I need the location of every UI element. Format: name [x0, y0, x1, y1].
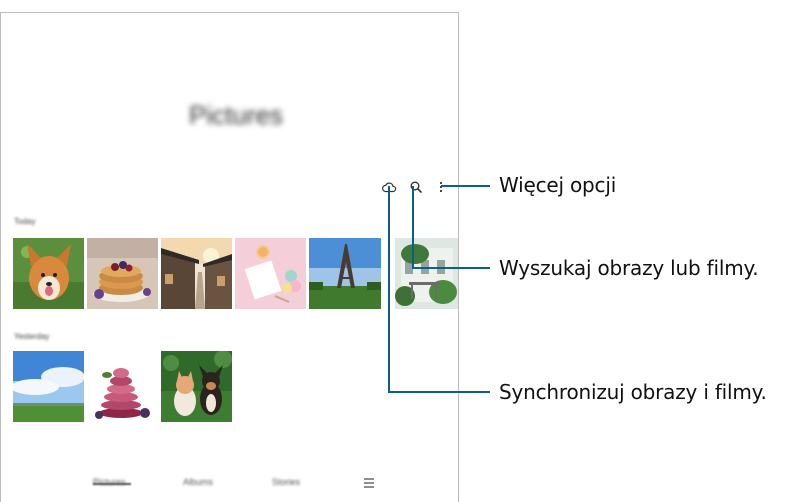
toolbar [381, 179, 447, 195]
photo-thumbnail-cat-and-dog[interactable] [161, 351, 232, 422]
photo-thumbnail-garden-house[interactable] [395, 238, 458, 309]
page-title: Pictures [189, 100, 283, 130]
photo-thumbnail-macaron-tower[interactable] [87, 351, 158, 422]
search-icon[interactable] [408, 179, 424, 195]
bottom-navigation: Pictures Albums Stories [1, 469, 458, 502]
section-label-yesterday: Yesterday [14, 332, 50, 341]
active-tab-indicator [93, 483, 131, 485]
photo-thumbnail-eiffel-tower[interactable] [309, 238, 381, 309]
cloud-icon[interactable] [381, 179, 397, 195]
section-label-today: Today [14, 217, 36, 226]
photo-thumbnail-sky-field[interactable] [13, 351, 84, 422]
tab-albums[interactable]: Albums [183, 477, 213, 487]
tab-pictures[interactable]: Pictures [93, 477, 126, 487]
tab-stories[interactable]: Stories [272, 477, 300, 487]
callout-sync: Synchronizuj obrazy i filmy. [499, 380, 767, 404]
menu-icon[interactable] [362, 476, 376, 488]
photo-thumbnail-pancakes[interactable] [87, 238, 158, 309]
callout-search: Wyszukaj obrazy lub filmy. [499, 256, 759, 280]
callout-more-options: Więcej opcji [499, 173, 617, 197]
photo-thumbnail-corgi[interactable] [13, 238, 84, 309]
photo-thumbnail-notebook-macarons[interactable] [235, 238, 306, 309]
tablet-screen: Pictures Today Yesterday Pictures Albums… [0, 12, 459, 502]
photo-thumbnail-hanok-street[interactable] [161, 238, 232, 309]
more-options-icon[interactable] [433, 179, 449, 195]
